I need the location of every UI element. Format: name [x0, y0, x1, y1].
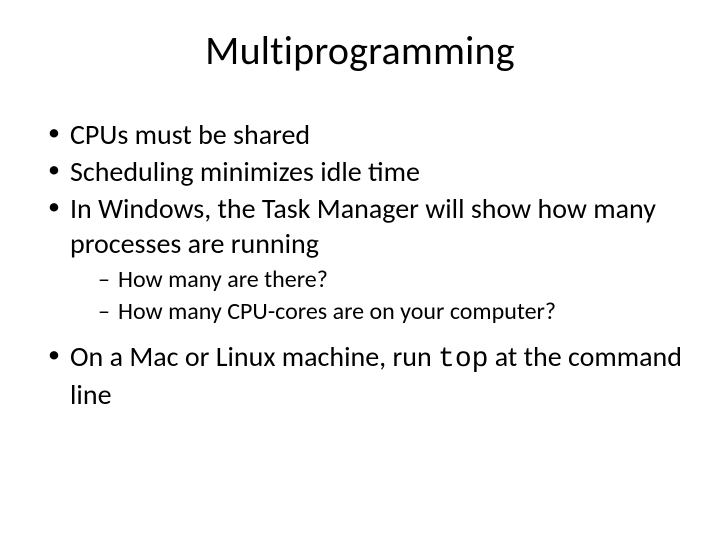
sub-bullet-item: How many are there? — [98, 265, 690, 295]
bullet-item: CPUs must be shared — [48, 117, 690, 152]
bullet-item: On a Mac or Linux machine, run top at th… — [48, 339, 690, 412]
bullet-item: In Windows, the Task Manager will show h… — [48, 191, 690, 327]
sub-bullet-text: How many CPU-cores are on your computer? — [118, 297, 556, 326]
slide-title: Multiprogramming — [30, 26, 690, 75]
sub-bullet-item: How many CPU-cores are on your computer? — [98, 297, 690, 327]
bullet-text-pre: On a Mac or Linux machine, run — [70, 339, 438, 374]
slide: Multiprogramming CPUs must be shared Sch… — [0, 0, 720, 540]
sub-bullet-text: How many are there? — [118, 265, 328, 294]
bullet-text: CPUs must be shared — [70, 117, 310, 152]
bullet-text: In Windows, the Task Manager will show h… — [70, 191, 656, 261]
sub-bullet-list: How many are there? How many CPU-cores a… — [70, 265, 690, 327]
inline-code: top — [438, 344, 488, 375]
bullet-list: CPUs must be shared Scheduling minimizes… — [30, 117, 690, 412]
bullet-text: Scheduling minimizes idle time — [70, 154, 420, 189]
bullet-item: Scheduling minimizes idle time — [48, 154, 690, 189]
